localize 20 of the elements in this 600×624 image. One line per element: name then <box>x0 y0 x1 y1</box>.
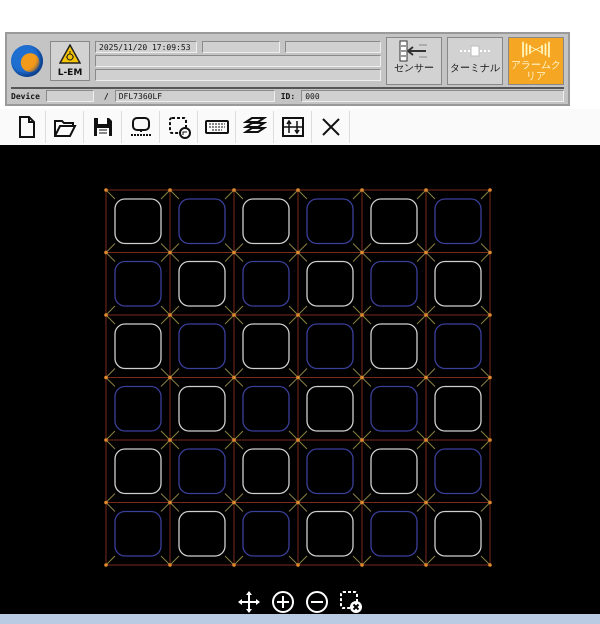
datetime-field: 2025/11/20 17:09:53 <box>95 41 197 53</box>
l-em-button[interactable]: L-EM <box>50 41 90 81</box>
outline-shape-icon <box>128 115 152 139</box>
alarm-icon <box>519 40 553 59</box>
id-label: ID: <box>280 92 296 100</box>
terminal-button[interactable]: ターミナル <box>447 37 503 85</box>
align-icon <box>280 115 304 139</box>
device-name-field: DFL7360LF <box>114 90 275 102</box>
device-field <box>46 90 94 102</box>
device-label: Device <box>11 92 40 100</box>
path-separator: / <box>104 92 109 100</box>
zoom-out-icon[interactable] <box>305 590 329 614</box>
clear-selection-icon[interactable] <box>339 590 363 614</box>
move-icon[interactable] <box>237 590 261 614</box>
logo-icon <box>11 45 43 77</box>
selection-icon <box>166 115 190 139</box>
laser-warning-icon <box>59 44 81 64</box>
id-field: 000 <box>301 90 564 102</box>
zoom-in-icon[interactable] <box>271 590 295 614</box>
sensor-button[interactable]: センサー <box>386 37 442 85</box>
